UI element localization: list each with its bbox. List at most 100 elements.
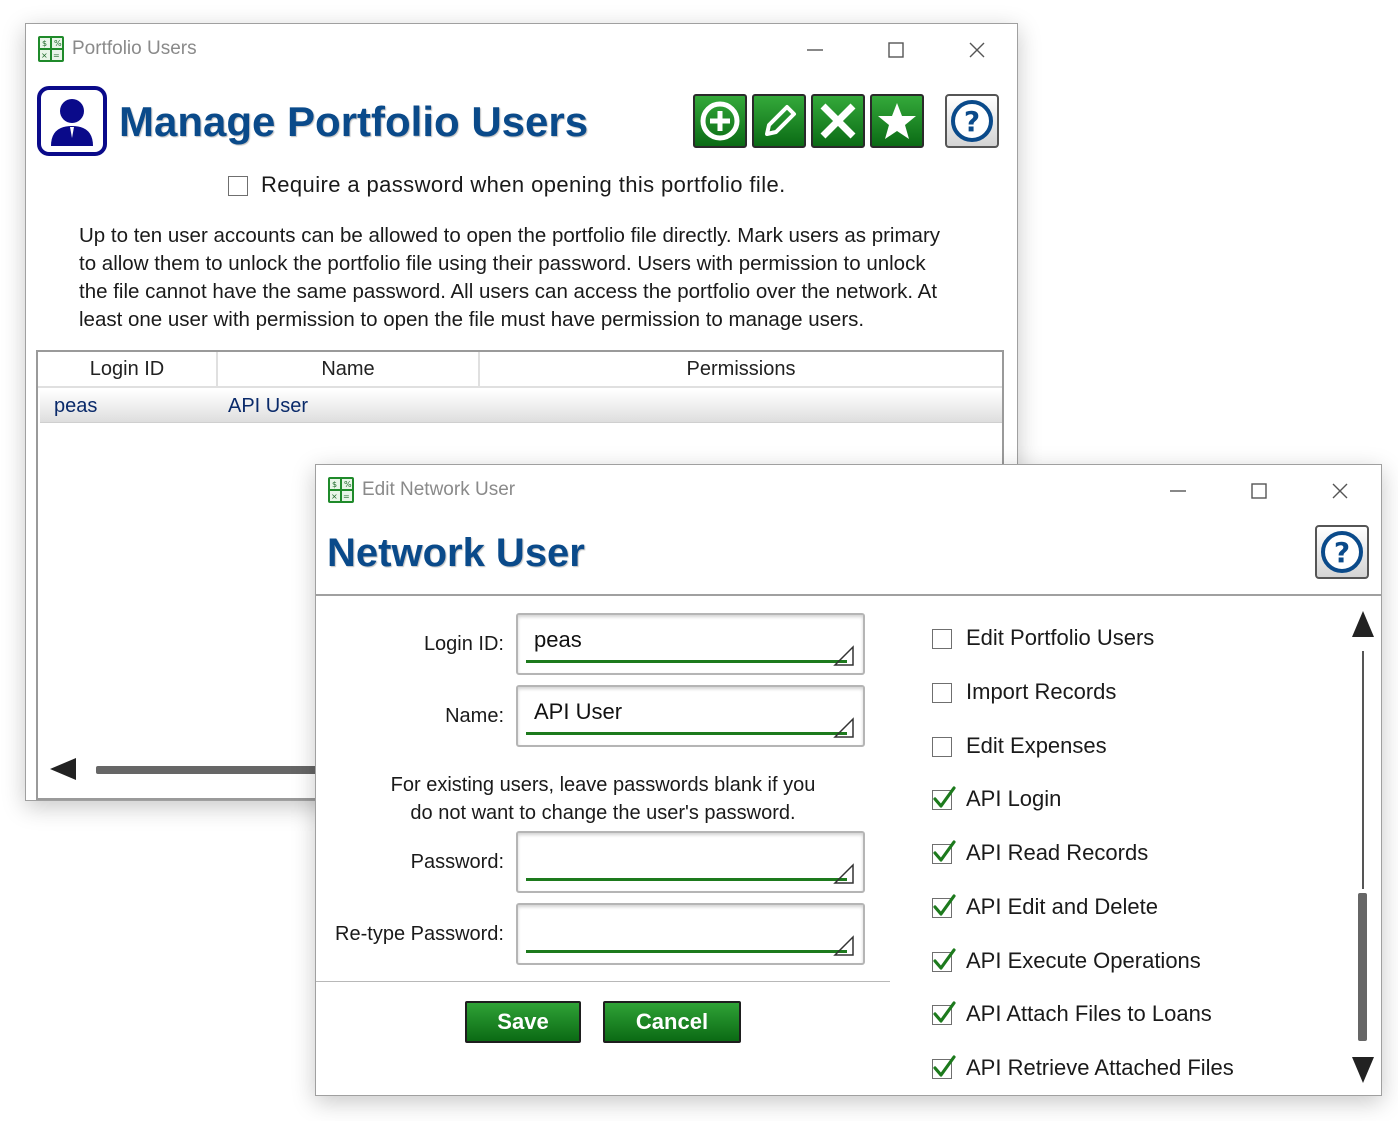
app-calculator-icon: $ % × = [328, 477, 354, 503]
add-user-button[interactable] [693, 94, 747, 148]
minimize-icon[interactable] [1166, 479, 1190, 503]
dialog-title-bar[interactable]: $ % × = Edit Network User [316, 465, 1381, 517]
close-icon[interactable] [1328, 479, 1352, 503]
field-underline [526, 950, 847, 953]
user-badge-icon [37, 86, 107, 156]
minimize-icon[interactable] [803, 38, 827, 62]
checkmark-icon [933, 786, 956, 808]
column-header-login-id[interactable]: Login ID [38, 352, 218, 388]
help-icon: ? [951, 100, 993, 142]
permission-label: API Attach Files to Loans [966, 1001, 1212, 1027]
require-password-label: Require a password when opening this por… [261, 172, 786, 197]
help-button[interactable]: ? [945, 94, 999, 148]
svg-text:%: % [344, 480, 352, 489]
svg-text:$: $ [42, 39, 47, 48]
name-field[interactable] [516, 685, 865, 747]
checkmark-icon [933, 1001, 956, 1023]
table-row[interactable]: peas API User [40, 390, 1002, 423]
cell-name: API User [228, 395, 309, 417]
cancel-button[interactable]: Cancel [603, 1001, 741, 1043]
field-underline [526, 878, 847, 881]
delete-user-button[interactable] [811, 94, 865, 148]
login-id-field[interactable] [516, 613, 865, 675]
svg-text:?: ? [964, 105, 980, 138]
scroll-up-arrow-icon[interactable] [1352, 611, 1374, 637]
permission-label: Edit Portfolio Users [966, 625, 1155, 650]
login-id-label: Login ID: [423, 633, 504, 655]
retype-password-field[interactable] [516, 903, 865, 965]
password-input[interactable] [534, 843, 824, 873]
column-header-permissions[interactable]: Permissions [480, 352, 1002, 388]
page-title: Manage Portfolio Users [119, 98, 589, 145]
password-label: Password: [410, 851, 504, 873]
field-underline [526, 660, 847, 663]
primary-user-button[interactable] [870, 94, 924, 148]
permission-checkbox[interactable] [932, 736, 952, 757]
resize-corner-icon [833, 717, 854, 738]
permission-label: API Login [966, 786, 1062, 812]
permission-checkbox-checked[interactable] [932, 786, 956, 811]
svg-text:=: = [343, 492, 350, 501]
horizontal-scrollbar-thumb[interactable] [96, 766, 318, 774]
require-password-checkbox[interactable] [228, 176, 248, 196]
app-calculator-icon: $ % × = [38, 36, 64, 62]
dialog-window-title: Edit Network User [362, 479, 516, 500]
delete-icon [820, 103, 856, 139]
close-icon[interactable] [965, 38, 989, 62]
maximize-icon[interactable] [884, 38, 908, 62]
permission-label: API Retrieve Attached Files [966, 1055, 1234, 1080]
checkmark-icon [933, 1055, 956, 1077]
resize-corner-icon [833, 645, 854, 666]
checkmark-icon [933, 894, 956, 916]
buttons-divider [316, 981, 890, 982]
permission-checkbox[interactable] [932, 682, 952, 703]
svg-text:?: ? [1334, 536, 1350, 569]
maximize-icon[interactable] [1247, 479, 1271, 503]
main-title-bar[interactable]: $ % × = Portfolio Users [26, 24, 1017, 76]
cell-login-id: peas [54, 395, 98, 417]
name-label: Name: [445, 705, 504, 727]
permission-checkbox-checked[interactable] [932, 840, 956, 864]
description-text: Up to ten user accounts can be allowed t… [79, 224, 941, 331]
retype-password-input[interactable] [534, 915, 824, 945]
permission-label: API Execute Operations [966, 947, 1201, 973]
save-button[interactable]: Save [465, 1001, 581, 1043]
permission-label: Import Records [966, 678, 1117, 704]
add-icon [700, 101, 740, 141]
scroll-left-arrow-icon[interactable] [50, 758, 76, 780]
field-underline [526, 732, 847, 735]
checkmark-icon [933, 947, 956, 970]
login-id-input[interactable] [534, 625, 824, 655]
permission-checkbox[interactable] [932, 629, 952, 649]
vertical-scrollbar-track[interactable] [1362, 651, 1364, 889]
checkmark-icon [933, 840, 956, 862]
star-icon [878, 103, 916, 139]
retype-password-label: Re-type Password: [335, 923, 504, 945]
edit-icon [765, 105, 796, 136]
permission-label: API Read Records [966, 840, 1149, 865]
svg-text:×: × [41, 51, 48, 60]
dialog-heading: Network User [327, 531, 585, 575]
permission-label: API Edit and Delete [966, 893, 1159, 919]
name-input[interactable] [534, 697, 824, 727]
column-header-name[interactable]: Name [218, 352, 480, 388]
permission-checkbox-checked[interactable] [932, 947, 956, 972]
header-divider [316, 594, 1381, 596]
svg-text:=: = [53, 51, 60, 60]
scroll-down-arrow-icon[interactable] [1352, 1057, 1374, 1083]
help-icon: ? [1321, 531, 1363, 573]
password-field[interactable] [516, 831, 865, 893]
svg-text:×: × [331, 492, 338, 501]
vertical-scrollbar-thumb[interactable] [1358, 893, 1367, 1041]
main-window-title: Portfolio Users [72, 38, 197, 59]
permission-label: Edit Expenses [966, 732, 1107, 758]
svg-text:$: $ [332, 480, 337, 489]
password-hint: For existing users, leave passwords blan… [390, 774, 816, 824]
permission-checkbox-checked[interactable] [932, 894, 956, 918]
edit-user-button[interactable] [752, 94, 806, 148]
svg-text:%: % [54, 39, 62, 48]
resize-corner-icon [833, 935, 854, 956]
permission-checkbox-checked[interactable] [932, 1055, 956, 1079]
dialog-help-button[interactable]: ? [1315, 525, 1369, 579]
permission-checkbox-checked[interactable] [932, 1001, 956, 1026]
